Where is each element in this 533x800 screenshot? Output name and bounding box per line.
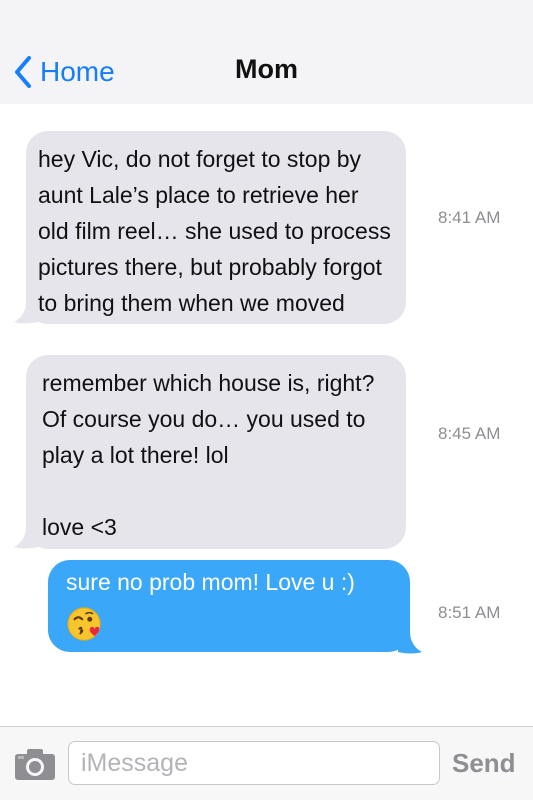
message-timestamp: 8:45 AM xyxy=(438,424,501,443)
message-bubble-outgoing[interactable]: sure no prob mom! Love u :) xyxy=(48,560,410,652)
bubble-tail-incoming xyxy=(14,527,38,549)
kissing-face-with-heart-emoji xyxy=(67,607,101,641)
messages-screen: Home Mom hey Vic, do not forget to stop … xyxy=(0,0,533,800)
message-text: remember which house is, right? Of cours… xyxy=(42,370,375,540)
camera-icon xyxy=(15,749,55,780)
compose-bar: Send xyxy=(0,726,533,800)
message-timestamp: 8:41 AM xyxy=(438,208,501,227)
conversation-thread[interactable]: hey Vic, do not forget to stop by aunt L… xyxy=(0,104,533,726)
message-timestamp: 8:51 AM xyxy=(438,603,501,622)
message-text: sure no prob mom! Love u :) xyxy=(66,569,355,595)
bubble-tail-outgoing xyxy=(398,632,422,654)
message-bubble-incoming[interactable]: hey Vic, do not forget to stop by aunt L… xyxy=(26,131,406,324)
nav-bar: Home Mom xyxy=(0,0,533,104)
message-text: hey Vic, do not forget to stop by aunt L… xyxy=(38,146,391,316)
message-bubble-incoming[interactable]: remember which house is, right? Of cours… xyxy=(26,355,406,549)
camera-button[interactable] xyxy=(14,747,56,781)
send-button[interactable]: Send xyxy=(452,743,516,783)
imessage-input[interactable] xyxy=(68,741,440,785)
bubble-tail-incoming xyxy=(14,302,38,324)
conversation-title: Mom xyxy=(235,54,298,84)
